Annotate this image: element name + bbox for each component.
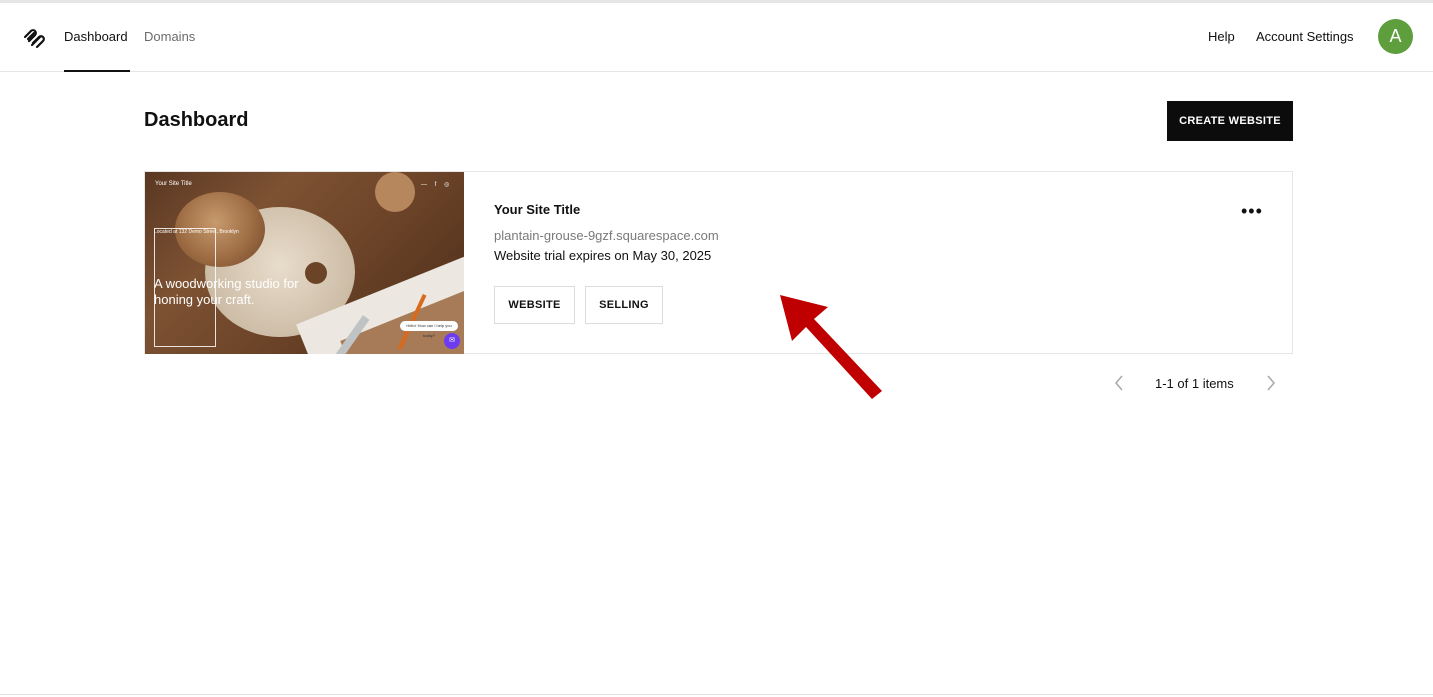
active-tab-indicator bbox=[64, 70, 130, 72]
bottom-border bbox=[0, 694, 1433, 695]
nav-tab-domains[interactable]: Domains bbox=[144, 29, 195, 45]
user-avatar[interactable]: A bbox=[1378, 19, 1413, 54]
chevron-left-icon[interactable] bbox=[1112, 373, 1126, 393]
website-button[interactable]: WEBSITE bbox=[494, 286, 575, 324]
site-url: plantain-grouse-9gzf.squarespace.com bbox=[494, 228, 719, 243]
help-link[interactable]: Help bbox=[1208, 29, 1235, 45]
squarespace-logo-icon[interactable] bbox=[22, 27, 46, 49]
thumbnail-address: Located at 132 Demo Street, Brooklyn bbox=[154, 229, 239, 235]
site-thumbnail[interactable]: Your Site Title — f ◎ Located at 132 Dem… bbox=[145, 172, 464, 354]
pagination-summary: 1-1 of 1 items bbox=[1155, 376, 1234, 391]
account-settings-link[interactable]: Account Settings bbox=[1256, 29, 1354, 45]
page-title: Dashboard bbox=[144, 109, 249, 131]
thumbnail-headline: A woodworking studio for honing your cra… bbox=[154, 276, 299, 307]
top-navigation-bar: Dashboard Domains Help Account Settings … bbox=[0, 3, 1433, 72]
thumbnail-chat-icon: ✉ bbox=[444, 333, 460, 349]
chevron-right-icon[interactable] bbox=[1264, 373, 1278, 393]
more-options-icon[interactable]: ••• bbox=[1241, 200, 1263, 222]
site-card: Your Site Title — f ◎ Located at 132 Dem… bbox=[144, 171, 1293, 354]
thumbnail-spoon-shape bbox=[375, 172, 415, 212]
thumbnail-site-title: Your Site Title bbox=[155, 181, 192, 187]
annotation-arrow-icon bbox=[780, 295, 882, 399]
create-website-button[interactable]: CREATE WEBSITE bbox=[1167, 101, 1293, 141]
trial-status: Website trial expires on May 30, 2025 bbox=[494, 248, 712, 263]
site-title[interactable]: Your Site Title bbox=[494, 202, 580, 218]
selling-button[interactable]: SELLING bbox=[585, 286, 663, 324]
thumbnail-chat-bubble: Hello! How can I help you today? bbox=[400, 321, 458, 338]
thumbnail-social-icons: — f ◎ bbox=[421, 182, 453, 188]
nav-tab-dashboard[interactable]: Dashboard bbox=[64, 29, 128, 45]
